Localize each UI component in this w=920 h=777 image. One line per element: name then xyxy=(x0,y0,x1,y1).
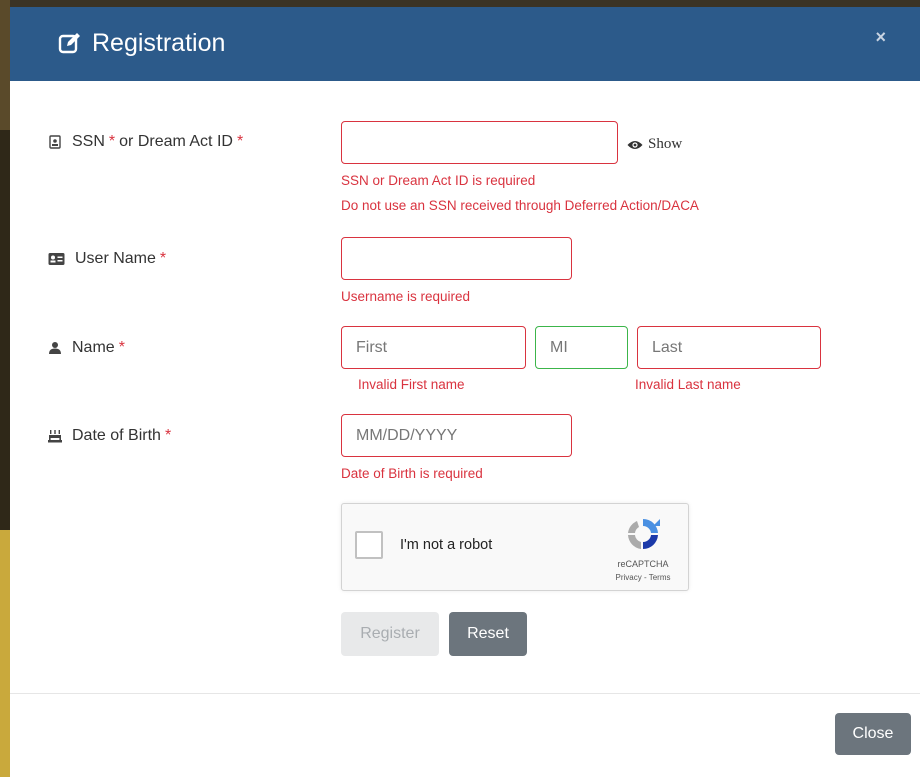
username-input[interactable] xyxy=(341,237,572,280)
user-icon xyxy=(49,342,61,354)
last-name-input[interactable] xyxy=(637,326,821,369)
recaptcha-checkbox[interactable] xyxy=(355,531,383,559)
modal-title: Registration xyxy=(58,26,225,60)
recaptcha-privacy-terms-link[interactable]: Privacy - Terms xyxy=(604,573,682,582)
username-label: User Name * xyxy=(48,250,166,268)
ssn-input[interactable] xyxy=(341,121,618,164)
page-backdrop xyxy=(0,0,10,777)
recaptcha-widget: I'm not a robot reCAPTCHA Privacy - Term… xyxy=(341,503,689,591)
name-label: Name * xyxy=(48,339,125,357)
dob-error: Date of Birth is required xyxy=(341,466,483,481)
eye-icon xyxy=(627,140,643,149)
edit-icon xyxy=(58,33,80,54)
last-name-error: Invalid Last name xyxy=(635,377,741,392)
dob-input[interactable] xyxy=(341,414,572,457)
close-x-icon[interactable]: × xyxy=(875,27,886,48)
ssn-label: SSN * or Dream Act ID * xyxy=(48,133,243,151)
modal-title-text: Registration xyxy=(92,29,226,57)
ssn-required-error: SSN or Dream Act ID is required xyxy=(341,173,536,188)
show-ssn-toggle[interactable]: Show xyxy=(627,136,682,153)
register-button[interactable]: Register xyxy=(341,612,439,656)
id-badge-icon xyxy=(49,135,61,149)
first-name-error: Invalid First name xyxy=(358,377,465,392)
recaptcha-label: I'm not a robot xyxy=(400,537,493,553)
footer-divider xyxy=(10,693,920,694)
recaptcha-logo-icon xyxy=(628,518,660,550)
recaptcha-brand: reCAPTCHA xyxy=(617,559,669,569)
registration-modal: Registration × SSN * or Dream Act ID * S… xyxy=(10,7,920,777)
first-name-input[interactable] xyxy=(341,326,526,369)
id-card-icon xyxy=(48,253,65,265)
birthday-cake-icon xyxy=(48,430,62,443)
ssn-daca-warning: Do not use an SSN received through Defer… xyxy=(341,198,699,213)
middle-initial-input[interactable] xyxy=(535,326,628,369)
username-error: Username is required xyxy=(341,289,471,304)
close-button[interactable]: Close xyxy=(835,713,911,755)
reset-button[interactable]: Reset xyxy=(449,612,527,656)
modal-header: Registration × xyxy=(10,7,920,81)
dob-label: Date of Birth * xyxy=(48,427,171,445)
